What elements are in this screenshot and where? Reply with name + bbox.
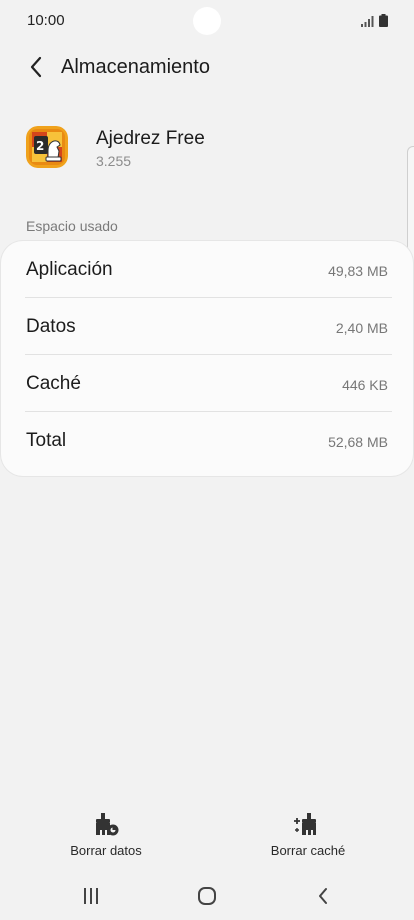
clear-cache-button[interactable]: Borrar caché — [243, 808, 373, 864]
recents-button[interactable] — [71, 882, 111, 910]
row-value: 49,83 MB — [328, 263, 388, 279]
clear-data-label: Borrar datos — [70, 843, 142, 858]
app-name: Ajedrez Free — [96, 128, 205, 149]
page-title: Almacenamiento — [61, 56, 210, 78]
storage-row-application: Aplicación 49,83 MB — [1, 241, 413, 298]
storage-row-cache: Caché 446 KB — [1, 355, 413, 412]
row-label: Datos — [26, 316, 76, 337]
recents-icon — [84, 888, 98, 904]
status-time: 10:00 — [27, 12, 65, 29]
status-bar: 10:00 — [0, 0, 414, 42]
clear-data-button[interactable]: Borrar datos — [41, 808, 171, 864]
navigation-bar — [0, 872, 414, 920]
row-value: 2,40 MB — [335, 320, 388, 336]
clear-cache-icon — [294, 813, 316, 835]
svg-text:2: 2 — [36, 139, 44, 153]
row-label: Total — [26, 430, 67, 451]
row-value: 446 KB — [342, 377, 388, 393]
row-label: Aplicación — [26, 259, 113, 280]
app-info: 2 Ajedrez Free 3.255 — [0, 124, 414, 174]
clear-cache-label: Borrar caché — [270, 843, 346, 858]
row-label: Caché — [26, 373, 81, 394]
clear-data-icon — [96, 813, 119, 836]
signal-icon — [361, 16, 374, 27]
row-value: 52,68 MB — [328, 434, 388, 450]
home-icon — [198, 887, 216, 905]
storage-row-data: Datos 2,40 MB — [1, 298, 413, 355]
home-button[interactable] — [187, 882, 227, 910]
nav-back-button[interactable] — [303, 882, 343, 910]
app-version: 3.255 — [96, 153, 132, 169]
back-icon — [319, 888, 327, 904]
back-button[interactable] — [22, 52, 50, 82]
section-label: Espacio usado — [26, 218, 118, 234]
chevron-left-icon — [30, 56, 42, 78]
status-icons — [361, 14, 388, 27]
chess-app-icon: 2 — [26, 126, 68, 168]
storage-row-total: Total 52,68 MB — [1, 412, 413, 469]
battery-icon — [379, 14, 388, 27]
header: Almacenamiento — [0, 48, 414, 86]
action-bar: Borrar datos Borrar caché — [0, 800, 414, 864]
storage-card: Aplicación 49,83 MB Datos 2,40 MB Caché … — [1, 241, 413, 476]
camera-cutout — [193, 7, 221, 35]
